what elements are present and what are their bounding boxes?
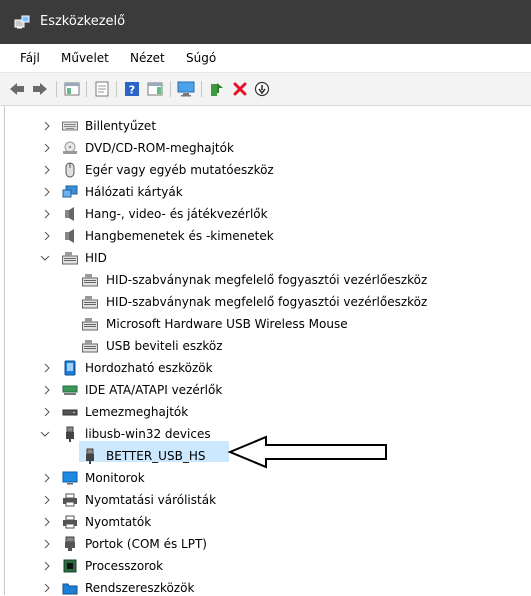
monitor-icon <box>62 470 78 486</box>
toolbar-separator <box>116 81 117 97</box>
svg-text:?: ? <box>129 84 135 97</box>
tree-item-ports[interactable]: Portok (COM és LPT) <box>85 537 207 551</box>
tree-item-usb-input-device[interactable]: USB beviteli eszköz <box>106 339 223 353</box>
hid-device-icon <box>82 272 98 288</box>
speaker-icon <box>62 228 78 244</box>
uninstall-device-icon[interactable] <box>231 80 249 98</box>
action-pane-icon[interactable] <box>146 80 164 98</box>
device-manager-app-icon <box>14 15 30 29</box>
processor-icon <box>62 558 78 574</box>
ide-controller-icon <box>62 382 78 398</box>
tree-item-mouse[interactable]: Egér vagy egyéb mutatóeszköz <box>85 163 274 177</box>
tree-item-printers[interactable]: Nyomtatók <box>85 515 151 529</box>
chevron-right-icon[interactable] <box>42 165 52 175</box>
tree-item-sound-video[interactable]: Hang-, video- és játékvezérlők <box>85 207 268 221</box>
chevron-right-icon[interactable] <box>42 517 52 527</box>
chevron-right-icon[interactable] <box>42 561 52 571</box>
tree-item-network[interactable]: Hálózati kártyák <box>85 185 183 199</box>
chevron-right-icon[interactable] <box>42 187 52 197</box>
tree-item-audio-io[interactable]: Hangbemenetek és -kimenetek <box>85 229 274 243</box>
properties-icon[interactable] <box>93 80 111 98</box>
tree-item-system-devices[interactable]: Rendszereszközök <box>85 581 194 595</box>
window-title: Eszközkezelő <box>40 14 126 29</box>
title-bar: Eszközkezelő <box>0 0 531 44</box>
chevron-right-icon[interactable] <box>42 495 52 505</box>
update-driver-icon[interactable] <box>208 80 226 98</box>
chevron-right-icon[interactable] <box>42 121 52 131</box>
chevron-right-icon[interactable] <box>42 143 52 153</box>
tree-item-portable-devices[interactable]: Hordozható eszközök <box>85 361 213 375</box>
menu-action[interactable]: Művelet <box>61 51 109 65</box>
tree-item-libusb[interactable]: libusb-win32 devices <box>85 427 211 441</box>
tree-item-disk-drives[interactable]: Lemezmeghajtók <box>85 405 188 419</box>
help-icon[interactable]: ? <box>123 80 141 98</box>
network-adapter-icon <box>62 184 78 200</box>
tree-item-ide-ata[interactable]: IDE ATA/ATAPI vezérlők <box>85 383 222 397</box>
tree-item-monitors[interactable]: Monitorok <box>85 471 145 485</box>
disk-drive-icon <box>62 404 78 420</box>
chevron-right-icon[interactable] <box>42 539 52 549</box>
dvd-drive-icon <box>62 140 78 156</box>
tree-item-hid[interactable]: HID <box>85 251 107 265</box>
toolbar-separator <box>170 81 171 97</box>
scan-hardware-icon[interactable] <box>177 80 195 98</box>
print-queue-icon <box>62 492 78 508</box>
tree-item-keyboard[interactable]: Billentyűzet <box>85 119 156 133</box>
menu-view[interactable]: Nézet <box>130 51 165 65</box>
portable-device-icon <box>62 360 78 376</box>
toolbar: ? <box>0 73 531 106</box>
toolbar-separator <box>201 81 202 97</box>
menu-file[interactable]: Fájl <box>20 51 40 65</box>
mouse-icon <box>62 162 78 178</box>
usb-plug-icon <box>82 448 98 464</box>
chevron-right-icon[interactable] <box>42 231 52 241</box>
hid-device-icon <box>82 294 98 310</box>
speaker-icon <box>62 206 78 222</box>
hid-device-icon <box>82 316 98 332</box>
menu-bar: Fájl Művelet Nézet Súgó <box>0 44 531 73</box>
tree-item-hid-consumer-control-1[interactable]: HID-szabványnak megfelelő fogyasztói vez… <box>106 273 427 287</box>
annotation-arrow-icon <box>227 435 387 469</box>
port-icon <box>62 536 78 552</box>
printer-icon <box>62 514 78 530</box>
tree-item-ms-wireless-mouse[interactable]: Microsoft Hardware USB Wireless Mouse <box>106 317 348 331</box>
tree-item-dvd[interactable]: DVD/CD-ROM-meghajtók <box>85 141 234 155</box>
chevron-down-icon[interactable] <box>40 429 50 439</box>
toolbar-separator <box>56 81 57 97</box>
chevron-right-icon[interactable] <box>42 473 52 483</box>
forward-arrow-icon[interactable] <box>31 80 49 98</box>
keyboard-icon <box>62 118 78 134</box>
chevron-right-icon[interactable] <box>42 363 52 373</box>
hid-device-icon <box>82 338 98 354</box>
tree-item-hid-consumer-control-2[interactable]: HID-szabványnak megfelelő fogyasztói vez… <box>106 295 427 309</box>
toolbar-separator <box>86 81 87 97</box>
usb-plug-icon <box>62 426 78 442</box>
hid-icon <box>62 250 78 266</box>
disable-device-icon[interactable] <box>253 80 271 98</box>
chevron-right-icon[interactable] <box>42 407 52 417</box>
chevron-down-icon[interactable] <box>40 253 50 263</box>
system-devices-icon <box>62 580 78 596</box>
back-arrow-icon[interactable] <box>8 80 26 98</box>
tree-item-print-queues[interactable]: Nyomtatási várólisták <box>85 493 216 507</box>
tree-item-better-usb-hs[interactable]: BETTER_USB_HS <box>106 449 205 463</box>
show-hide-console-tree-icon[interactable] <box>63 80 81 98</box>
device-tree: Billentyűzet DVD/CD-ROM-meghajtók Egér v… <box>0 106 531 595</box>
tree-item-processors[interactable]: Processzorok <box>85 559 163 573</box>
chevron-right-icon[interactable] <box>42 583 52 593</box>
menu-help[interactable]: Súgó <box>186 51 216 65</box>
chevron-right-icon[interactable] <box>42 385 52 395</box>
chevron-right-icon[interactable] <box>42 209 52 219</box>
